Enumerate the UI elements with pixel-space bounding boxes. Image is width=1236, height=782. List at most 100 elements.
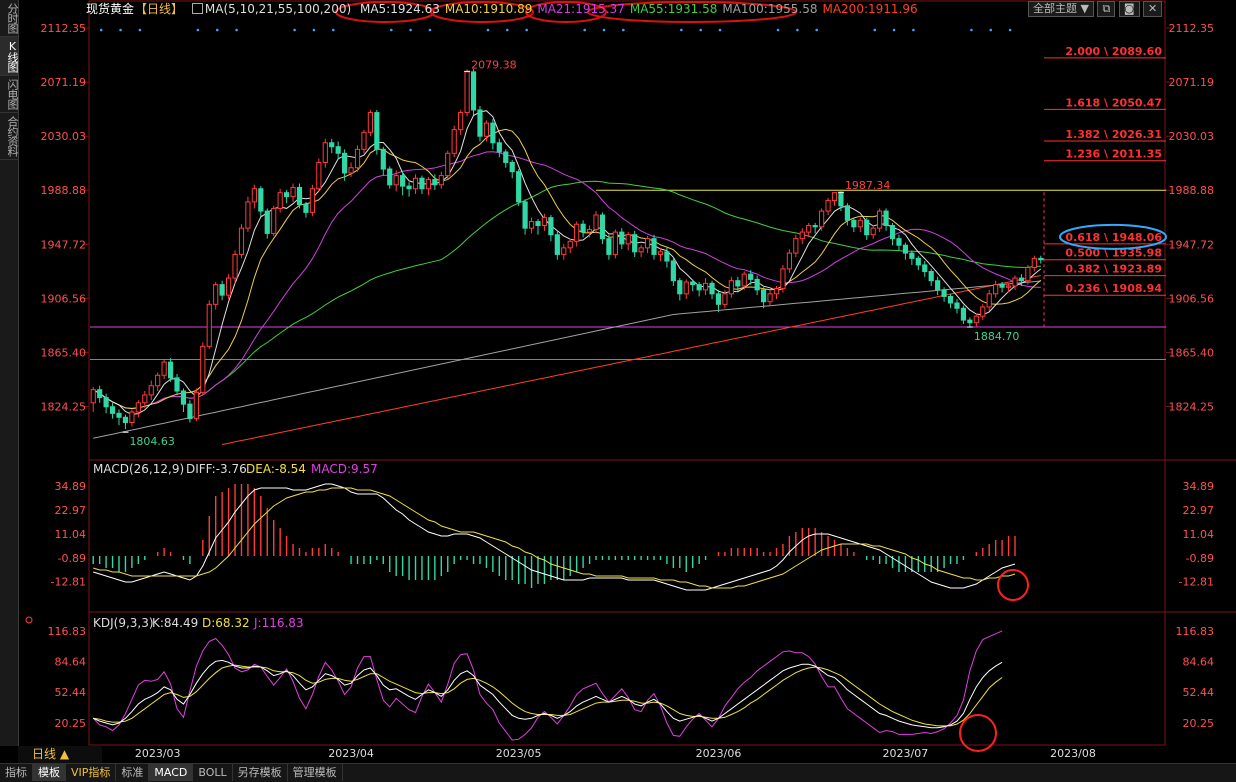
macd-y-tick-left-2: 11.04 xyxy=(55,528,87,541)
event-marker xyxy=(293,28,296,32)
candle-body xyxy=(387,168,393,186)
y-tick-right-0: 2112.35 xyxy=(1169,22,1215,35)
macd-y-tick-right-4: -12.81 xyxy=(1179,576,1214,589)
y-tick-left-1: 2071.19 xyxy=(41,76,87,89)
event-marker xyxy=(486,28,490,32)
candle-body xyxy=(754,278,760,291)
chart-canvas[interactable]: 2112.35 2112.35 2071.19 2071.19 2030.03 2030.… xyxy=(0,0,1236,763)
candle-body xyxy=(155,374,161,387)
y-tick-right-1: 2071.19 xyxy=(1169,76,1215,89)
candle-body xyxy=(909,252,915,259)
candle-body xyxy=(180,390,187,405)
candle-body xyxy=(902,244,909,254)
y-tick-right-5: 1906.56 xyxy=(1169,292,1215,305)
ma-value-3: MA55:1931.58 xyxy=(629,2,718,16)
candle-body xyxy=(574,223,580,242)
candle-body xyxy=(458,112,464,131)
macd-y-tick-left-1: 22.97 xyxy=(55,504,87,517)
event-marker xyxy=(428,28,432,32)
x-label-5: 2023/08 xyxy=(1050,747,1096,760)
candle-body xyxy=(161,361,167,376)
candle-body xyxy=(561,247,567,255)
candle-body xyxy=(135,402,141,413)
candle-body xyxy=(213,284,219,305)
candle-body xyxy=(1018,277,1025,282)
bottom-tab-1[interactable]: 模板 xyxy=(33,764,66,781)
candle-body xyxy=(174,377,180,392)
camera-icon[interactable]: ◙ xyxy=(1118,1,1140,17)
candle-body xyxy=(238,227,245,255)
bottom-tab-0[interactable]: 指标 xyxy=(0,764,33,781)
candle-body xyxy=(638,247,644,253)
candle-body xyxy=(97,389,103,399)
candle-body xyxy=(954,302,960,309)
bottom-tab-7[interactable]: 管理模板 xyxy=(288,764,343,781)
event-marker xyxy=(196,28,200,32)
candle-body xyxy=(767,293,773,303)
period-indicator[interactable]: 日线 ▲ xyxy=(18,746,102,763)
bottom-tab-4[interactable]: MACD xyxy=(149,764,194,781)
candle-body xyxy=(354,148,361,169)
event-marker xyxy=(235,28,238,32)
bottom-tab-6[interactable]: 另存模板 xyxy=(233,764,288,781)
candle-body xyxy=(799,231,805,240)
candle-body xyxy=(225,277,232,296)
macd-diff-value: DIFF:-3.76 xyxy=(186,462,247,476)
bottom-tab-2[interactable]: VIP指标 xyxy=(66,764,117,781)
bottom-tab-3[interactable]: 标准 xyxy=(116,764,150,781)
bottom-tab-5[interactable]: BOLL xyxy=(193,764,233,781)
kdj-k-value: K:84.49 xyxy=(152,616,198,630)
theme-button[interactable]: 全部主题 ▼ xyxy=(1028,1,1094,17)
y-tick-right-4: 1947.72 xyxy=(1169,238,1215,251)
event-marker xyxy=(815,28,819,32)
ma-label: MA(5,10,21,55,100,200) xyxy=(204,2,352,16)
fib-level-label-7: 0.236 \ 1908.94 xyxy=(1065,282,1162,295)
candle-body xyxy=(193,391,199,420)
candle-body xyxy=(567,240,573,249)
candle-body xyxy=(103,397,109,408)
kdj-d-line xyxy=(93,664,1003,727)
event-marker xyxy=(583,28,586,32)
candle-body xyxy=(625,234,631,245)
candle-body xyxy=(109,406,116,414)
candle-body xyxy=(438,175,444,186)
candle-body xyxy=(960,307,967,321)
y-tick-left-4: 1947.72 xyxy=(41,238,87,251)
kdj-y-tick-left-0: 116.83 xyxy=(48,625,87,638)
candle-body xyxy=(290,186,296,198)
candle-body xyxy=(702,282,709,291)
candle-body xyxy=(264,210,270,234)
copy-icon[interactable]: ⧉ xyxy=(1097,1,1116,17)
event-marker xyxy=(1008,28,1012,32)
candle-body xyxy=(496,142,502,153)
plot-frame xyxy=(88,0,1166,746)
candle-body xyxy=(786,252,792,270)
candle-body xyxy=(1025,267,1031,282)
event-marker xyxy=(970,28,973,32)
candle-body xyxy=(406,185,412,190)
x-label-4: 2023/07 xyxy=(883,747,929,760)
macd-hist-value: MACD:9.57 xyxy=(311,462,378,476)
x-label-0: 2023/03 xyxy=(135,747,181,760)
candle-body xyxy=(303,204,309,213)
x-label-2: 2023/05 xyxy=(496,747,542,760)
event-marker xyxy=(680,28,683,32)
event-marker xyxy=(215,28,219,32)
candle-body xyxy=(993,284,999,295)
y-tick-left-3: 1988.88 xyxy=(41,184,87,197)
candle-body xyxy=(1038,257,1044,261)
event-marker xyxy=(892,28,896,32)
x-label-1: 2023/04 xyxy=(328,747,374,760)
candle-body xyxy=(522,201,528,229)
candle-body xyxy=(509,161,515,173)
candle-body xyxy=(316,161,322,190)
kdj-y-tick-right-3: 20.25 xyxy=(1183,717,1215,730)
y-tick-right-3: 1988.88 xyxy=(1169,184,1215,197)
macd-y-tick-left-0: 34.89 xyxy=(55,480,87,493)
close-icon[interactable]: ✕ xyxy=(1143,1,1163,17)
candle-body xyxy=(947,295,954,304)
candle-body xyxy=(599,214,606,240)
candle-body xyxy=(219,284,225,296)
y-tick-left-6: 1865.40 xyxy=(41,346,87,359)
ma-icon[interactable] xyxy=(191,3,203,14)
